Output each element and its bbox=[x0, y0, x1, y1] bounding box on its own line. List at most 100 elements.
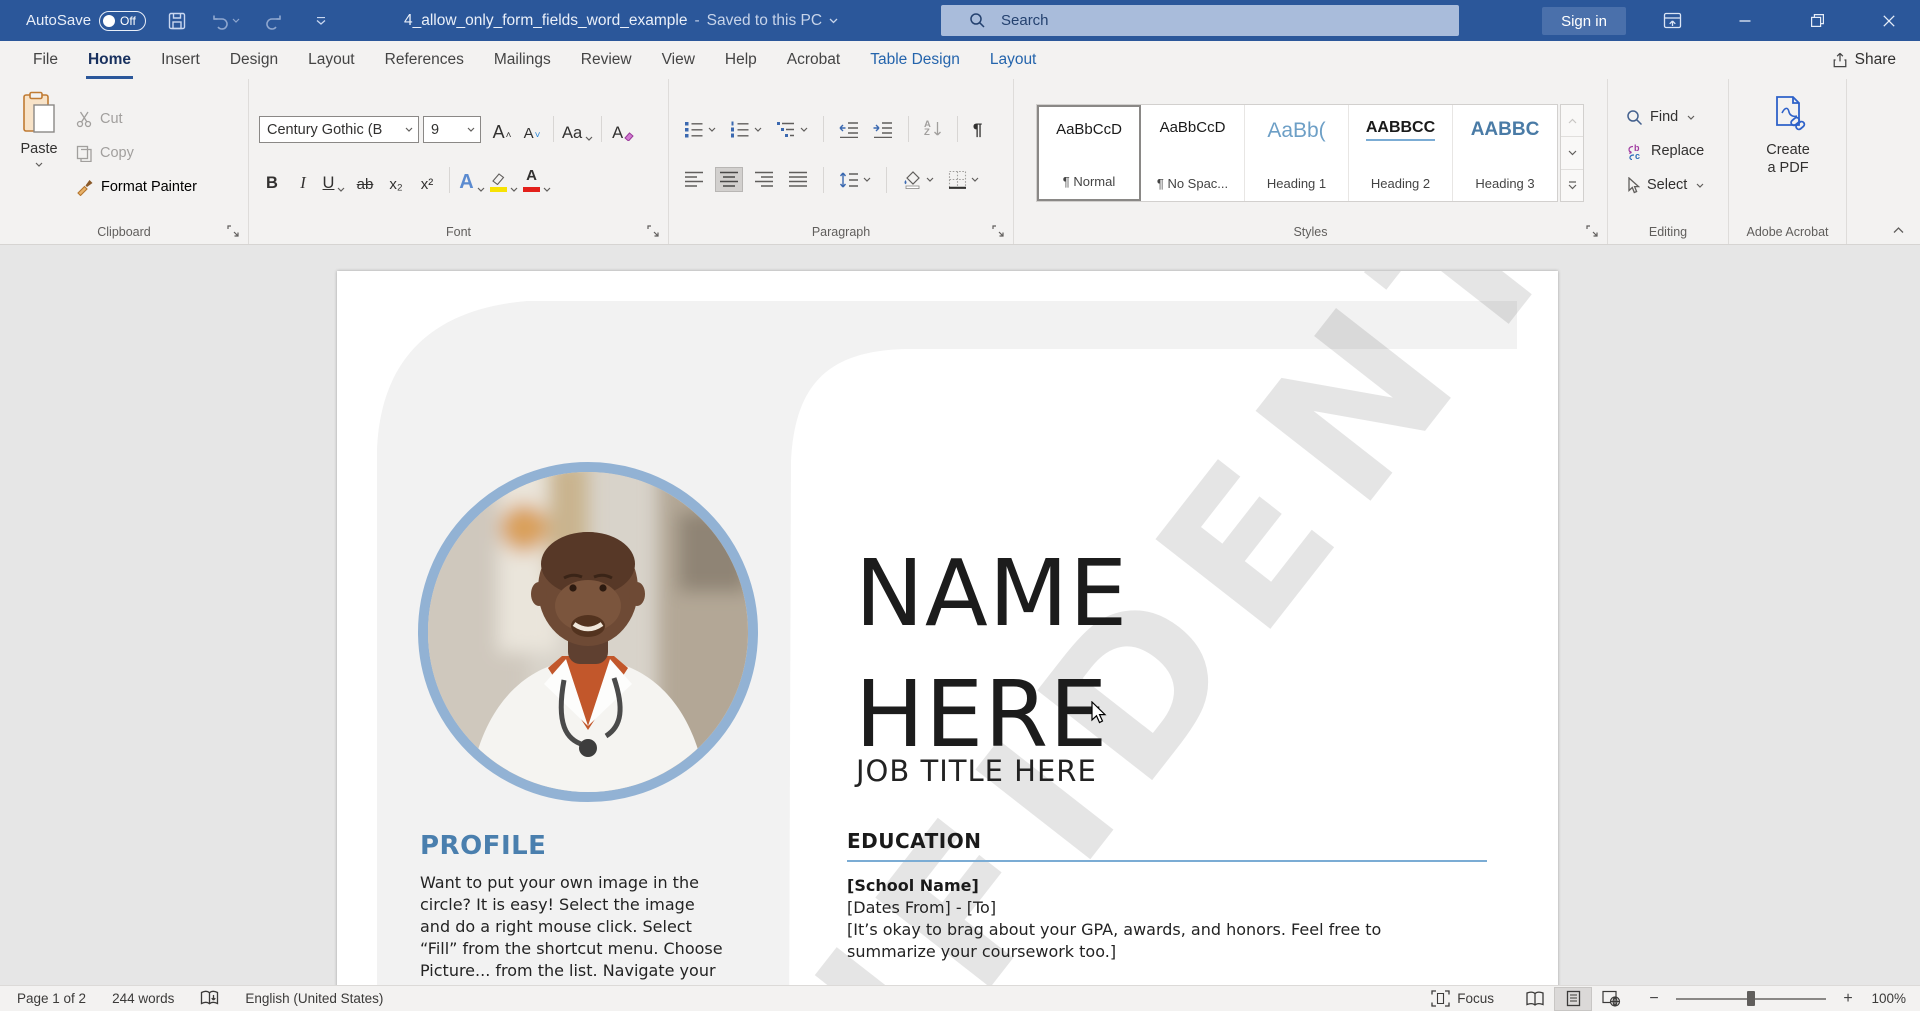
share-button[interactable]: Share bbox=[1832, 41, 1896, 79]
find-button[interactable]: Find bbox=[1626, 105, 1695, 129]
change-case-dropdown-icon bbox=[585, 136, 593, 141]
zoom-slider[interactable] bbox=[1676, 998, 1826, 1000]
word-count[interactable]: 244 words bbox=[112, 991, 174, 1006]
numbering-button[interactable] bbox=[727, 117, 765, 141]
tab-file[interactable]: File bbox=[18, 41, 73, 79]
print-layout-button[interactable] bbox=[1554, 987, 1592, 1011]
grow-font-button[interactable]: A˄ bbox=[489, 115, 515, 143]
document-canvas[interactable]: CONFIDENTIAL bbox=[0, 245, 1920, 985]
shading-dropdown-icon bbox=[926, 177, 934, 182]
tab-layout[interactable]: Layout bbox=[293, 41, 370, 79]
paragraph-dialog-launcher[interactable] bbox=[992, 225, 1004, 237]
font-name-combo[interactable]: Century Gothic (B bbox=[259, 116, 419, 143]
restore-button[interactable] bbox=[1793, 0, 1841, 41]
zoom-in-button[interactable]: + bbox=[1838, 990, 1858, 1008]
copy-button[interactable]: Copy bbox=[76, 141, 134, 165]
align-right-button[interactable] bbox=[751, 168, 777, 191]
sort-button[interactable]: AZ bbox=[921, 118, 945, 140]
style-heading-1[interactable]: AaBb( Heading 1 bbox=[1245, 105, 1349, 201]
line-spacing-button[interactable] bbox=[836, 168, 874, 192]
borders-button[interactable] bbox=[945, 167, 982, 192]
justify-button[interactable] bbox=[785, 168, 811, 191]
style-heading-3[interactable]: AABBC Heading 3 bbox=[1453, 105, 1557, 201]
tab-review[interactable]: Review bbox=[566, 41, 647, 79]
page-indicator[interactable]: Page 1 of 2 bbox=[17, 991, 86, 1006]
resume-name[interactable]: NAME HERE bbox=[855, 533, 1128, 775]
create-pdf-button[interactable]: Create a PDF bbox=[1743, 93, 1833, 177]
collapse-ribbon-button[interactable] bbox=[1893, 227, 1904, 234]
tab-layout-contextual[interactable]: Layout bbox=[975, 41, 1052, 79]
sign-in-button[interactable]: Sign in bbox=[1542, 7, 1626, 35]
paste-button[interactable]: Paste bbox=[10, 91, 68, 209]
zoom-slider-thumb[interactable] bbox=[1747, 991, 1755, 1006]
underline-button[interactable]: U bbox=[321, 166, 347, 194]
tab-acrobat[interactable]: Acrobat bbox=[772, 41, 855, 79]
tab-home[interactable]: Home bbox=[73, 41, 146, 79]
show-formatting-marks-button[interactable]: ¶ bbox=[970, 118, 985, 141]
shrink-font-button[interactable]: A˅ bbox=[519, 115, 545, 143]
tab-table-design[interactable]: Table Design bbox=[855, 41, 975, 79]
tab-references[interactable]: References bbox=[370, 41, 479, 79]
document-title[interactable]: 4_allow_only_form_fields_word_example - … bbox=[404, 0, 838, 41]
tab-help[interactable]: Help bbox=[710, 41, 772, 79]
proofing-status[interactable] bbox=[200, 990, 219, 1007]
font-size-combo[interactable]: 9 bbox=[423, 116, 481, 143]
bold-button[interactable]: B bbox=[259, 166, 285, 194]
zoom-out-button[interactable]: − bbox=[1644, 990, 1664, 1008]
focus-mode-button[interactable]: Focus bbox=[1431, 990, 1494, 1007]
language-indicator[interactable]: English (United States) bbox=[245, 991, 383, 1006]
search-input[interactable] bbox=[1001, 12, 1381, 29]
clipboard-dialog-launcher[interactable] bbox=[227, 225, 239, 237]
read-mode-button[interactable] bbox=[1516, 987, 1554, 1011]
replace-button[interactable]: b c Replace bbox=[1626, 139, 1704, 163]
strikethrough-button[interactable]: ab bbox=[352, 166, 378, 194]
highlight-color-button[interactable] bbox=[490, 166, 518, 194]
styles-dialog-launcher[interactable] bbox=[1586, 225, 1598, 237]
cut-button[interactable]: Cut bbox=[76, 107, 123, 131]
styles-scroll-up-button[interactable] bbox=[1561, 105, 1583, 137]
select-button[interactable]: Select bbox=[1626, 173, 1704, 197]
tab-insert[interactable]: Insert bbox=[146, 41, 215, 79]
multilevel-list-button[interactable] bbox=[773, 117, 811, 141]
style-heading-2[interactable]: AABBCC Heading 2 bbox=[1349, 105, 1453, 201]
tab-view[interactable]: View bbox=[647, 41, 710, 79]
profile-photo[interactable] bbox=[418, 462, 758, 802]
ribbon-display-options-button[interactable] bbox=[1648, 0, 1696, 41]
increase-indent-button[interactable] bbox=[870, 117, 896, 141]
redo-button[interactable] bbox=[256, 0, 290, 41]
tab-mailings[interactable]: Mailings bbox=[479, 41, 566, 79]
text-effects-button[interactable]: A bbox=[459, 166, 485, 194]
superscript-button[interactable]: x² bbox=[414, 166, 440, 194]
web-layout-button[interactable] bbox=[1592, 987, 1630, 1011]
style-normal[interactable]: AaBbCcD ¶ Normal bbox=[1037, 105, 1141, 201]
font-dialog-launcher[interactable] bbox=[647, 225, 659, 237]
align-left-button[interactable] bbox=[681, 168, 707, 191]
font-color-button[interactable]: A bbox=[523, 166, 551, 194]
tab-design[interactable]: Design bbox=[215, 41, 293, 79]
subscript-button[interactable]: x₂ bbox=[383, 166, 409, 194]
clear-formatting-button[interactable]: A bbox=[610, 115, 636, 143]
style-no-spacing[interactable]: AaBbCcD ¶ No Spac... bbox=[1141, 105, 1245, 201]
zoom-level[interactable]: 100% bbox=[1858, 991, 1906, 1006]
autosave-pill[interactable]: Off bbox=[99, 11, 146, 31]
styles-scroll-down-button[interactable] bbox=[1561, 137, 1583, 169]
italic-button[interactable]: I bbox=[290, 166, 316, 194]
save-button[interactable] bbox=[160, 0, 194, 41]
change-case-button[interactable]: Aa bbox=[562, 115, 593, 143]
styles-more-button[interactable] bbox=[1561, 170, 1583, 201]
shading-button[interactable] bbox=[899, 167, 937, 192]
align-center-button[interactable] bbox=[715, 167, 743, 192]
decrease-indent-button[interactable] bbox=[836, 117, 862, 141]
customize-quick-access-button[interactable] bbox=[304, 0, 338, 41]
close-button[interactable] bbox=[1865, 0, 1913, 41]
undo-button[interactable] bbox=[208, 0, 242, 41]
autosave-toggle[interactable]: AutoSave Off bbox=[26, 11, 146, 31]
minimize-button[interactable] bbox=[1721, 0, 1769, 41]
resume-job-title[interactable]: JOB TITLE HERE bbox=[856, 754, 1097, 788]
education-section[interactable]: EDUCATION [School Name] [Dates From] - [… bbox=[847, 829, 1495, 963]
bullets-button[interactable] bbox=[681, 117, 719, 141]
document-page[interactable]: CONFIDENTIAL bbox=[337, 271, 1558, 985]
search-box[interactable] bbox=[941, 5, 1459, 36]
profile-section[interactable]: PROFILE Want to put your own image in th… bbox=[420, 831, 765, 982]
format-painter-button[interactable]: Format Painter bbox=[76, 175, 197, 199]
